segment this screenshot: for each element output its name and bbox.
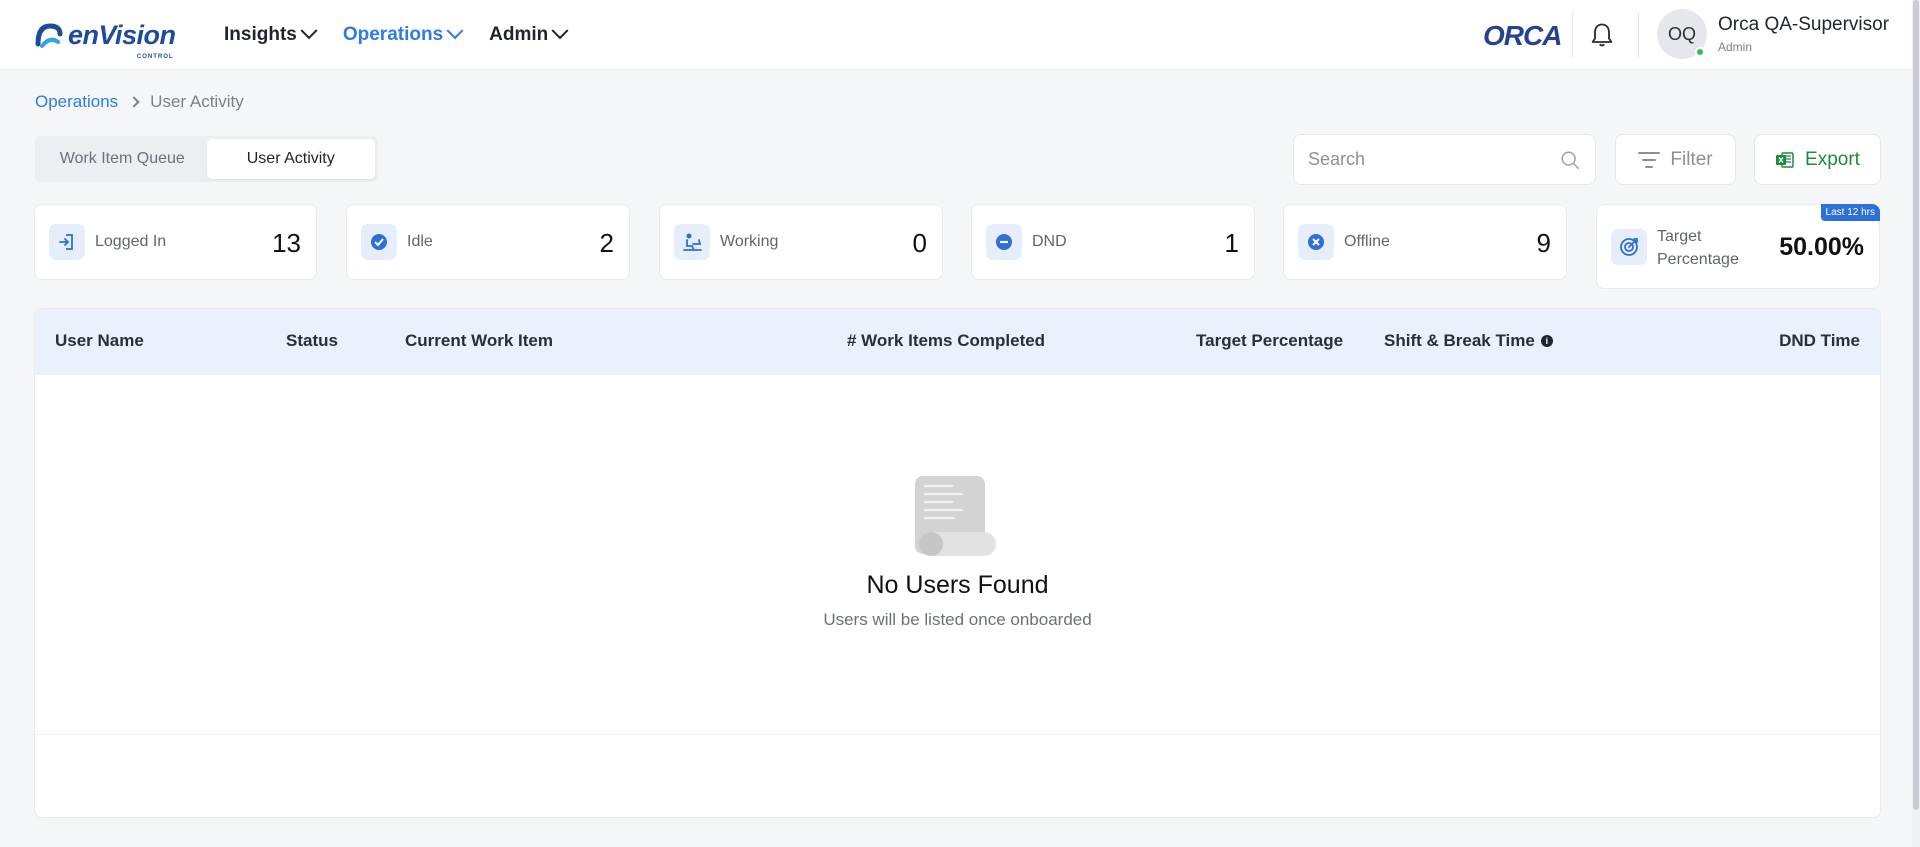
user-avatar[interactable]: OQ: [1657, 9, 1707, 59]
chevron-right-icon: [128, 96, 140, 108]
header-divider: [1638, 12, 1639, 58]
stat-card-logged-in[interactable]: Logged In 13: [34, 204, 317, 280]
search-input[interactable]: [1308, 149, 1559, 170]
table-footer-divider: [35, 734, 1880, 735]
stat-card-offline[interactable]: Offline 9: [1283, 204, 1567, 280]
nav-operations-label: Operations: [342, 24, 444, 45]
online-status-dot: [1695, 47, 1705, 57]
info-icon[interactable]: i: [1540, 335, 1553, 347]
column-header-work-items-completed[interactable]: # Work Items Completed: [847, 331, 1045, 351]
filter-button[interactable]: Filter: [1615, 134, 1736, 185]
export-label: Export: [1805, 148, 1860, 170]
stat-label: Logged In: [95, 233, 167, 250]
chevron-down-icon: [551, 22, 569, 40]
target-icon: [1611, 229, 1647, 265]
column-header-target-percentage[interactable]: Target Percentage: [1196, 331, 1343, 351]
stat-label: Working: [720, 233, 779, 250]
time-range-badge: Last 12 hrs: [1820, 204, 1880, 221]
page-scrollbar[interactable]: [1912, 0, 1920, 847]
breadcrumb-operations-link[interactable]: Operations: [35, 92, 118, 112]
avatar-initials: OQ: [1667, 23, 1696, 44]
orca-logo: ORCA: [1483, 20, 1562, 51]
search-icon[interactable]: [1559, 149, 1581, 171]
stat-label: Offline: [1344, 233, 1390, 250]
chevron-down-icon: [300, 22, 318, 40]
header-divider: [1572, 12, 1573, 58]
nav-admin-label: Admin: [489, 24, 549, 45]
column-header-shift-break-time[interactable]: Shift & Break Time i: [1384, 331, 1553, 351]
stat-value: 50.00%: [1779, 233, 1864, 261]
logo-subtext: CONTROL: [136, 53, 174, 60]
notification-bell-icon[interactable]: [1588, 21, 1616, 49]
login-icon: [49, 224, 85, 260]
excel-icon: [1776, 151, 1794, 168]
empty-document-icon: [915, 476, 996, 556]
stat-card-working[interactable]: Working 0: [659, 204, 943, 280]
scrollbar-thumb[interactable]: [1913, 0, 1919, 810]
view-tabs: Work Item Queue User Activity: [35, 136, 378, 182]
tab-user-activity[interactable]: User Activity: [206, 139, 375, 179]
nav-insights-label: Insights: [224, 24, 297, 45]
stat-label: DND: [1032, 233, 1067, 250]
top-navigation-bar: enVision CONTROL Insights Operations Admi…: [0, 0, 1920, 70]
column-header-dnd-time[interactable]: DND Time: [1779, 331, 1860, 351]
working-icon: [674, 224, 710, 260]
breadcrumb: Operations User Activity: [35, 92, 244, 112]
logo-text: enVision: [68, 19, 176, 50]
filter-label: Filter: [1670, 148, 1713, 170]
nav-operations[interactable]: Operations: [342, 22, 464, 46]
nav-insights[interactable]: Insights: [224, 22, 318, 46]
stat-card-idle[interactable]: Idle 2: [346, 204, 630, 280]
stat-label: Target Percentage: [1657, 228, 1739, 268]
user-activity-table: User Name Status Current Work Item # Wor…: [34, 308, 1881, 818]
empty-state-title: No Users Found: [866, 571, 1049, 599]
column-header-current-work-item[interactable]: Current Work Item: [405, 331, 553, 351]
stat-value: 2: [599, 228, 614, 258]
column-header-status[interactable]: Status: [286, 331, 338, 351]
main-nav: Insights Operations Admin: [224, 0, 569, 70]
filter-icon: [1638, 151, 1661, 168]
chevron-down-icon: [446, 22, 464, 40]
stat-value: 1: [1224, 228, 1239, 258]
check-circle-icon: [361, 224, 397, 260]
stat-value: 13: [272, 228, 301, 258]
user-role: Admin: [1718, 40, 1753, 54]
stat-card-target-percentage[interactable]: Last 12 hrs Target Percentage 50.00%: [1596, 204, 1880, 289]
nav-admin[interactable]: Admin: [489, 22, 569, 46]
stat-label: Idle: [407, 233, 433, 250]
stat-card-dnd[interactable]: DND 1: [971, 204, 1255, 280]
export-button[interactable]: Export: [1754, 134, 1881, 185]
envision-logo-mark-icon: [35, 23, 63, 48]
x-circle-icon: [1298, 224, 1334, 260]
table-header: User Name Status Current Work Item # Wor…: [35, 309, 1880, 375]
empty-state-subtitle: Users will be listed once onboarded: [823, 610, 1092, 629]
column-header-user-name[interactable]: User Name: [55, 331, 144, 351]
breadcrumb-current: User Activity: [150, 92, 244, 111]
envision-logo[interactable]: enVision CONTROL: [34, 17, 176, 60]
search-box: [1293, 134, 1596, 185]
minus-circle-icon: [986, 224, 1022, 260]
user-name[interactable]: Orca QA-Supervisor: [1718, 14, 1889, 36]
column-header-label: Shift & Break Time: [1384, 331, 1535, 350]
tab-work-item-queue[interactable]: Work Item Queue: [38, 139, 207, 179]
logo-wordmark: enVision CONTROL: [68, 19, 176, 60]
stat-value: 0: [912, 228, 927, 258]
stat-value: 9: [1536, 228, 1551, 258]
